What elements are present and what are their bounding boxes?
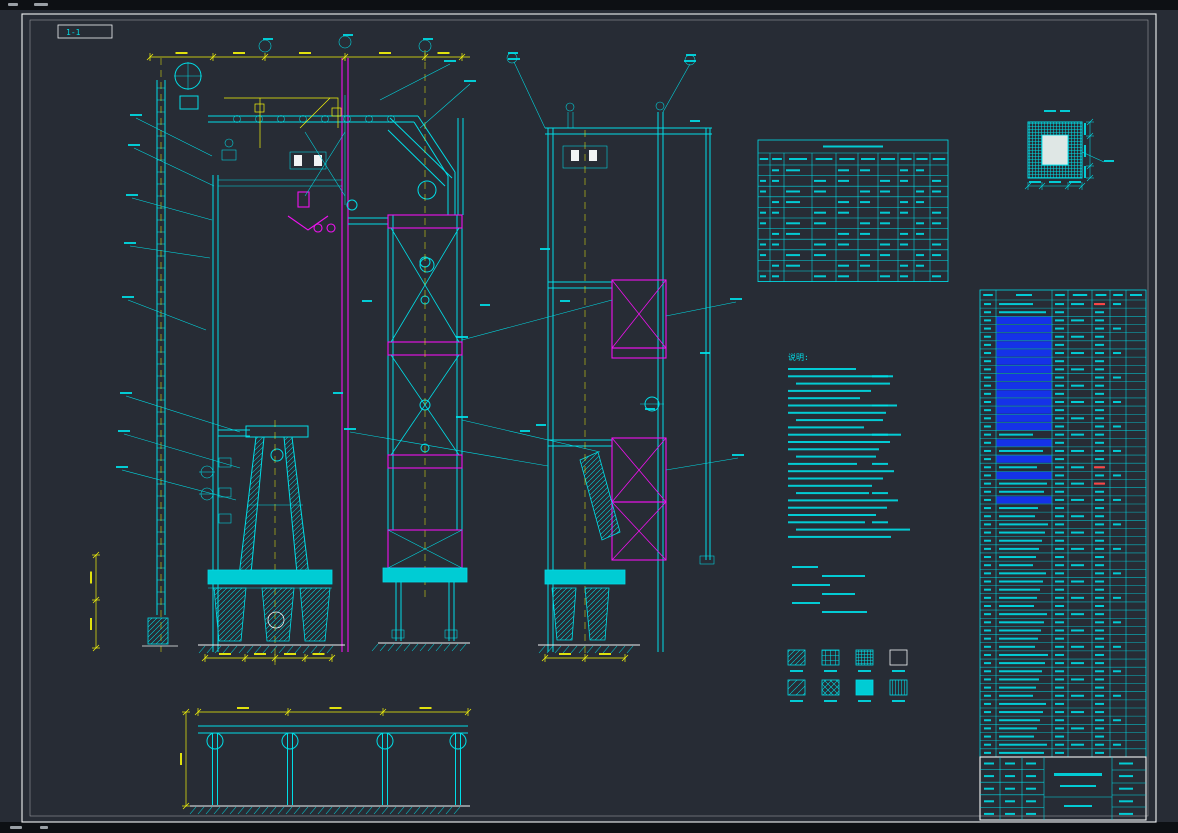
notes-block: 说明: [788, 352, 910, 613]
parts-table [758, 140, 948, 282]
piping-cluster [208, 98, 455, 272]
title-block [980, 757, 1146, 820]
notes-title: 说明: [788, 352, 809, 362]
text-ticks [263, 34, 710, 432]
notes-lines [788, 368, 910, 613]
ground-1 [199, 646, 333, 653]
left-mast [142, 58, 202, 652]
mast-foundation-pier [148, 618, 168, 644]
grid-bubble [339, 36, 351, 48]
white-plate [314, 155, 322, 166]
braced-tower [378, 50, 470, 643]
ground-hatch [190, 644, 633, 814]
leader-lines [116, 58, 744, 500]
white-plate [571, 150, 579, 161]
hatched-brace [580, 452, 620, 540]
vertical-lines-hatch-icon [890, 680, 907, 695]
foundation-detail [1028, 110, 1114, 178]
hatch-legend [788, 650, 907, 702]
cad-drawing-canvas[interactable]: 1-1 [0, 0, 1178, 833]
sheet-label: 1-1 [66, 28, 81, 37]
cad-application-window: 1-1 [0, 0, 1178, 833]
a-frame-support [199, 420, 310, 665]
grid-hatch-icon [822, 650, 839, 665]
white-plate [294, 155, 302, 166]
section-columns [207, 733, 466, 805]
tower-base-beam [383, 568, 467, 582]
grid-bubble [259, 40, 271, 52]
ground-4 [190, 807, 460, 814]
bom-table [980, 290, 1146, 757]
section-view [190, 726, 470, 806]
dense-grid-hatch-icon [856, 650, 873, 665]
cross-hatch-icon [822, 680, 839, 695]
sparse-diagonal-hatch-icon [788, 680, 805, 695]
foundation-left [198, 570, 345, 645]
elevation-right [507, 53, 714, 655]
blank-swatch-icon [890, 650, 907, 665]
diagonal-hatch-icon [788, 650, 805, 665]
solid-fill-icon [856, 680, 873, 695]
pipe-flanges [234, 116, 395, 123]
ground-2 [372, 644, 466, 651]
white-plate [589, 150, 597, 161]
